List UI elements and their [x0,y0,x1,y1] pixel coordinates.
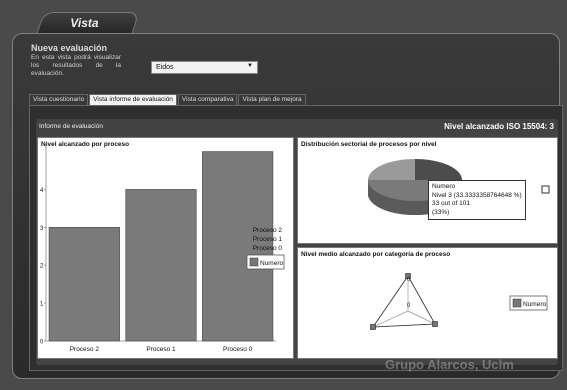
bar-series-label: Proceso 2 [253,227,283,234]
tooltip-line-1: Numero [432,183,456,190]
bar-x-tick-label: Proceso 1 [146,346,176,353]
bar-legend-swatch [249,257,259,267]
tooltip-line-4: (33%) [432,208,450,216]
window-tab: Vista Evaluación [36,12,140,51]
pie-slice-nivel-3 [368,159,415,180]
radar-chart-panel: Nivel medio alcanzado por categoría de p… [297,247,558,359]
bar-x-tick-label: Proceso 0 [223,346,253,353]
radar-marker-2 [432,321,438,327]
bar [125,189,197,342]
chevron-down-icon: ▼ [247,63,253,69]
tab-cuestionario[interactable]: Vista cuestionario [29,94,89,105]
bar-legend-label: Numero [260,260,284,267]
tooltip-line-2: Nivel 3 (33.3333358764648 %) [432,191,522,199]
project-select[interactable]: Eidos ▼ [151,61,258,74]
report-label: Informe de evaluación [39,123,103,130]
radar-marker-3 [370,324,376,330]
bar-y-tick-label: 1 [40,302,44,308]
bar-chart: 0 1 2 3 4 Proceso 2 Proceso 1 Proceso 0 Numero Pr… [40,144,285,353]
bar-series-label: Proceso 1 [253,236,283,243]
bar [48,227,120,342]
section-title: Nueva evaluación [31,43,108,53]
bar-y-tick-label: 0 [40,340,44,346]
tab-informe[interactable]: Vista informe de evaluación [89,94,177,105]
tab-comparativa[interactable]: Vista comparativa [177,94,238,105]
watermark: Grupo Alarcos, Uclm [385,357,514,372]
radar-legend-label: Numero [523,301,547,308]
view-tabs: Vista cuestionario Vista informe de eval… [29,94,307,105]
tooltip-line-3: 33 out of 101 [432,200,470,207]
tab-plan-mejora[interactable]: Vista plan de mejora [238,94,306,105]
bar-y-tick-label: 3 [40,226,44,232]
bar-series-label: Proceso 0 [253,245,283,252]
pie-slice-other-1 [415,159,462,180]
pie-legend-checkbox [541,185,550,194]
radar-legend-swatch [512,298,522,308]
radar-center-label: 0 [407,303,411,309]
pie-tooltip: Numero Nivel 3 (33.3333358764648 %) 33 o… [428,180,526,220]
radar-legend: Numero [509,295,548,311]
bar-chart-panel: Nivel alcanzado por proceso 0 1 2 3 4 Proceso… [37,137,294,359]
iso-level: Nivel alcanzado ISO 15504: 3 [444,122,554,131]
project-select-value: Eidos [156,64,174,71]
bar-y-tick-label: 2 [40,264,44,270]
bar-x-tick-label: Proceso 2 [70,346,100,353]
section-description: En esta vista podrá visualizar los resul… [31,54,121,77]
pie-chart-panel: Distribución sectorial de procesos por n… [297,137,558,244]
radar-chart: 0 0 Numero [370,273,548,330]
bar-y-tick-label: 4 [40,188,44,194]
